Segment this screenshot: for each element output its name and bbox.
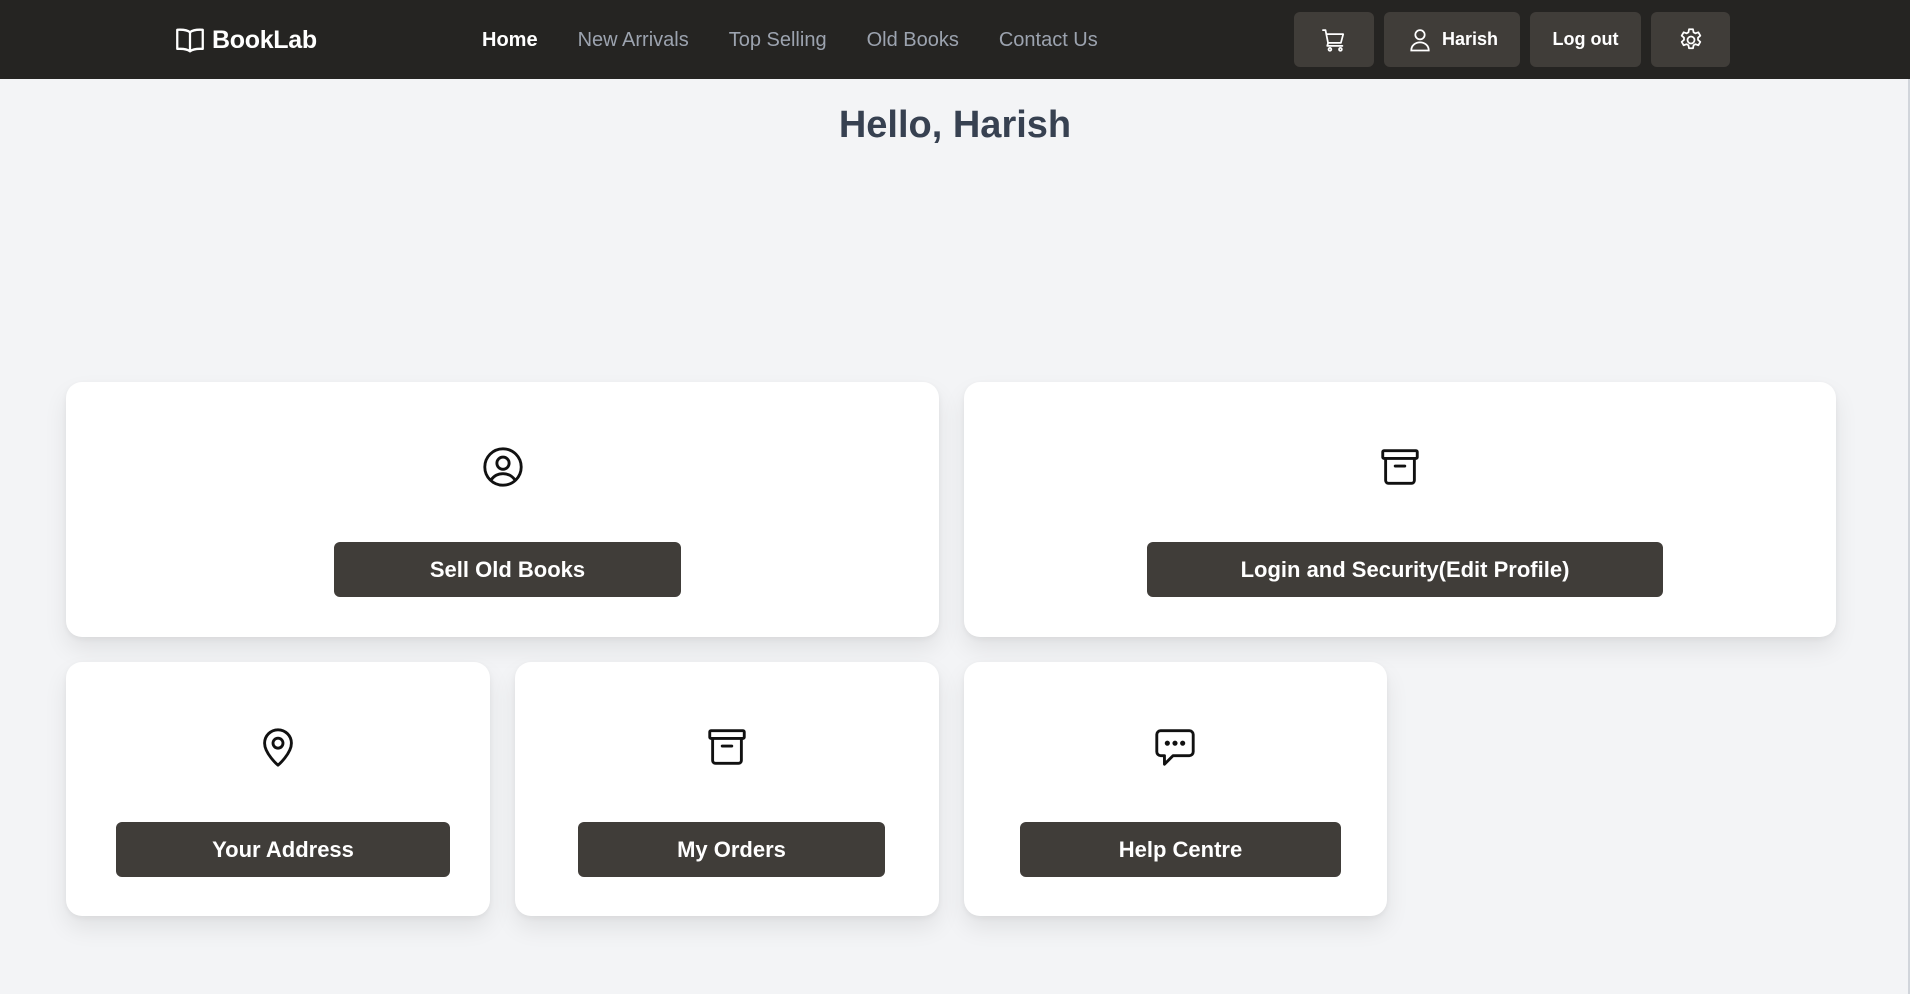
logout-button[interactable]: Log out [1530,12,1641,67]
archive-box-icon [1377,444,1423,490]
nav-link-old-books[interactable]: Old Books [867,29,959,52]
nav-link-top-selling[interactable]: Top Selling [729,29,827,52]
login-security-button[interactable]: Login and Security(Edit Profile) [1147,542,1663,597]
top-navbar: BookLab Home New Arrivals Top Selling Ol… [0,0,1910,79]
user-circle-icon [480,444,526,490]
book-open-icon [176,28,204,53]
card-help-centre: Help Centre [964,662,1387,916]
user-name-label: Harish [1441,29,1499,49]
brand-name: BookLab [212,25,317,54]
cart-button[interactable] [1294,12,1374,67]
cart-icon [1322,28,1345,52]
map-pin-icon [255,724,301,770]
card-login-security: Login and Security(Edit Profile) [964,382,1836,637]
archive-box-icon [704,724,750,770]
nav-link-new-arrivals[interactable]: New Arrivals [578,29,689,52]
user-icon [1410,28,1430,51]
nav-link-contact-us[interactable]: Contact Us [999,29,1098,52]
brand-logo[interactable]: BookLab [172,20,317,60]
help-centre-button[interactable]: Help Centre [1020,822,1341,877]
greeting-heading: Hello, Harish [838,104,1072,146]
chat-bubble-icon [1152,724,1198,770]
gear-icon [1680,27,1701,49]
main-nav: Home New Arrivals Top Selling Old Books … [482,24,1098,56]
card-sell-old-books: Sell Old Books [66,382,939,637]
nav-link-home[interactable]: Home [482,29,538,52]
card-my-orders: My Orders [515,662,939,916]
card-your-address: Your Address [66,662,490,916]
sell-old-books-button[interactable]: Sell Old Books [334,542,681,597]
user-profile-button[interactable]: Harish [1384,12,1520,67]
your-address-button[interactable]: Your Address [116,822,450,877]
settings-button[interactable] [1651,12,1730,67]
my-orders-button[interactable]: My Orders [578,822,885,877]
